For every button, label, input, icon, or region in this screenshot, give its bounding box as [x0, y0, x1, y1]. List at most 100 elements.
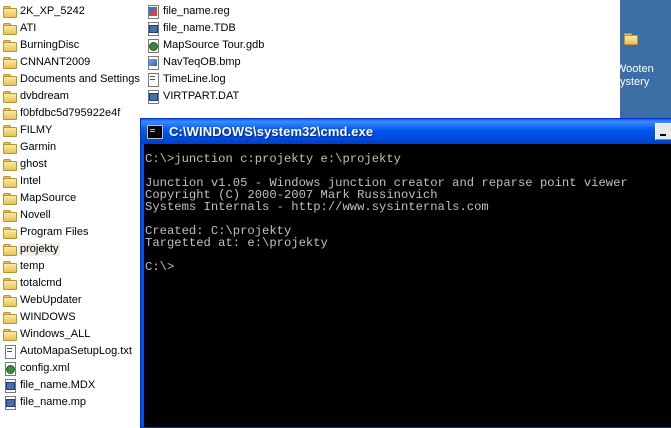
file-item[interactable]: file_name.mp	[3, 394, 87, 411]
text-file-icon	[146, 73, 160, 87]
folder-icon	[3, 90, 17, 103]
folder-item[interactable]: Garmin	[3, 139, 57, 156]
folder-icon	[3, 209, 17, 222]
item-name: Garmin	[20, 141, 57, 153]
folder-icon	[3, 175, 17, 188]
data-file-icon	[146, 22, 160, 36]
folder-item[interactable]: BurningDisc	[3, 37, 80, 54]
item-name: WebUpdater	[20, 294, 82, 306]
item-name: TimeLine.log	[163, 73, 226, 85]
console-area[interactable]: C:\>junction c:projekty e:\projekty Junct…	[144, 144, 671, 427]
folder-item[interactable]: Intel	[3, 173, 42, 190]
file-item[interactable]: VIRTPART.DAT	[146, 88, 240, 105]
settings-file-icon	[146, 39, 160, 53]
folder-item[interactable]: totalcmd	[3, 275, 63, 292]
folder-item[interactable]: WebUpdater	[3, 292, 83, 309]
image-file-icon	[146, 56, 160, 70]
item-name: file_name.mp	[20, 396, 87, 408]
folder-icon	[3, 277, 17, 290]
folder-icon	[3, 192, 17, 205]
folder-icon	[3, 22, 17, 35]
folder-item[interactable]: 2K_XP_5242	[3, 3, 86, 20]
item-name: Program Files	[20, 226, 89, 238]
folder-icon	[3, 56, 17, 69]
registry-file-icon	[146, 5, 160, 19]
file-item[interactable]: file_name.reg	[146, 3, 231, 20]
cmd-window[interactable]: C:\WINDOWS\system32\cmd.exe C:\>junction…	[140, 118, 671, 428]
folder-item[interactable]: Program Files	[3, 224, 89, 241]
item-name: config.xml	[20, 362, 70, 374]
folder-icon	[3, 158, 17, 171]
file-item[interactable]: MapSource Tour.gdb	[146, 37, 265, 54]
file-item[interactable]: file_name.TDB	[146, 20, 237, 37]
cmd-window-title: C:\WINDOWS\system32\cmd.exe	[169, 124, 374, 139]
item-name: projekty	[19, 243, 60, 256]
item-name: FILMY	[20, 124, 53, 136]
folder-item[interactable]: ghost	[3, 156, 48, 173]
item-name: CNNANT2009	[20, 56, 91, 68]
file-item[interactable]: file_name.MDX	[3, 377, 96, 394]
item-name: Intel	[20, 175, 41, 187]
item-name: Windows_ALL	[20, 328, 91, 340]
item-name: 2K_XP_5242	[20, 5, 85, 17]
cmd-titlebar[interactable]: C:\WINDOWS\system32\cmd.exe	[141, 119, 671, 144]
item-name: temp	[20, 260, 45, 272]
folder-item[interactable]: Novell	[3, 207, 52, 224]
folder-item[interactable]: Windows_ALL	[3, 326, 91, 343]
folder-item[interactable]: ATI	[3, 20, 37, 37]
console-line: Systems Internals - http://www.sysintern…	[145, 200, 489, 214]
folder-icon[interactable]	[624, 32, 638, 45]
text-file-icon	[3, 345, 17, 359]
folder-icon	[3, 294, 17, 307]
file-item[interactable]: AutoMapaSetupLog.txt	[3, 343, 133, 360]
folder-icon	[3, 260, 17, 273]
item-name: MapSource	[20, 192, 77, 204]
item-name: WINDOWS	[20, 311, 76, 323]
desktop-icon-label-line2[interactable]: ystery	[620, 76, 671, 89]
minimize-button[interactable]	[655, 123, 671, 140]
item-name: file_name.MDX	[20, 379, 96, 391]
folder-icon	[3, 141, 17, 154]
folder-item[interactable]: dvbdream	[3, 88, 70, 105]
folder-icon	[3, 311, 17, 324]
item-name: file_name.reg	[163, 5, 230, 17]
console-line: C:\>junction c:projekty e:\projekty	[145, 152, 401, 166]
item-name: MapSource Tour.gdb	[163, 39, 265, 51]
item-name: AutoMapaSetupLog.txt	[20, 345, 132, 357]
item-name: ghost	[20, 158, 47, 170]
folder-item[interactable]: CNNANT2009	[3, 54, 91, 71]
desktop-icon-label-line1[interactable]: Wooten	[620, 63, 671, 76]
item-name: dvbdream	[20, 90, 69, 102]
item-name: Novell	[20, 209, 51, 221]
folder-icon	[3, 39, 17, 52]
item-name: totalcmd	[20, 277, 62, 289]
folder-icon	[3, 243, 17, 256]
folder-icon	[3, 107, 17, 120]
folder-icon	[3, 328, 17, 341]
folder-icon	[3, 73, 17, 86]
item-name: ATI	[20, 22, 37, 34]
folder-item[interactable]: MapSource	[3, 190, 77, 207]
folder-item[interactable]: FILMY	[3, 122, 53, 139]
folder-item[interactable]: f0bfdbc5d795922e4f	[3, 105, 121, 122]
item-name: VIRTPART.DAT	[163, 90, 240, 102]
folder-icon	[3, 124, 17, 137]
settings-file-icon	[3, 362, 17, 376]
folder-item[interactable]: WINDOWS	[3, 309, 77, 326]
folder-item[interactable]: Documents and Settings	[3, 71, 141, 88]
item-name: NavTeqOB.bmp	[163, 56, 241, 68]
folder-item[interactable]: temp	[3, 258, 45, 275]
folder-icon	[3, 5, 17, 18]
console-line: Targetted at: e:\projekty	[145, 236, 328, 250]
item-name: BurningDisc	[20, 39, 80, 51]
file-item[interactable]: TimeLine.log	[146, 71, 227, 88]
file-item[interactable]: NavTeqOB.bmp	[146, 54, 242, 71]
item-name: Documents and Settings	[20, 73, 140, 85]
data-file-icon	[3, 396, 17, 410]
folder-item[interactable]: projekty	[3, 241, 60, 258]
item-name: f0bfdbc5d795922e4f	[20, 107, 121, 119]
console-app-icon[interactable]	[147, 124, 163, 139]
file-item[interactable]: config.xml	[3, 360, 71, 377]
desktop-background: Wooten ystery	[620, 0, 671, 118]
